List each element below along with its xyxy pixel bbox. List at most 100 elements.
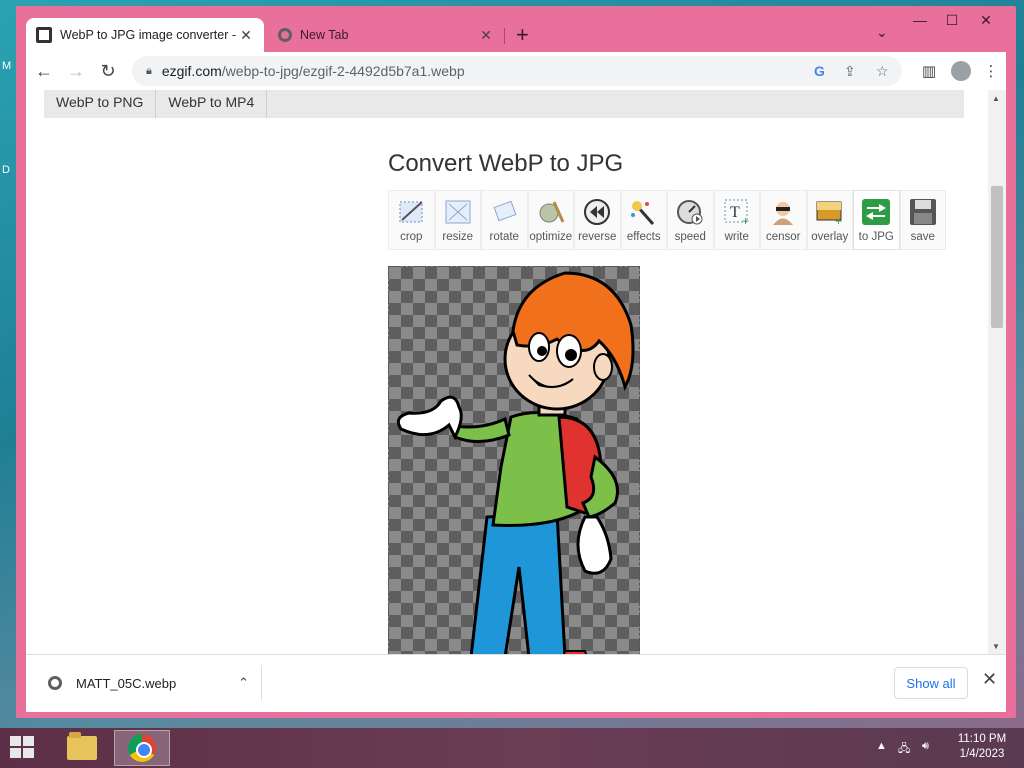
tool-label: write [724,231,749,243]
tool-optimize[interactable]: optimize [527,190,574,250]
close-download-bar-icon[interactable]: ✕ [982,669,997,690]
tab-title: WebP to JPG image converter - M [60,28,238,42]
chrome-taskbar-button[interactable] [114,730,170,766]
cartoon-boy-image [396,271,635,654]
tool-label: effects [626,231,661,243]
tool-effects[interactable]: effects [620,190,667,250]
windows-start-button[interactable] [10,736,36,760]
taskbar: ▲ 🖧︎ 🔊︎ 11:10 PM 1/4/2023 [0,728,1024,768]
overlay-icon: + [814,197,846,227]
menu-icon[interactable]: ⋮ [976,56,1006,86]
tool-crop[interactable]: crop [388,190,435,250]
address-bar[interactable]: 🔒︎ ezgif.com/webp-to-jpg/ezgif-2-4492d5b… [132,56,902,86]
ezgif-favicon-icon [36,27,52,43]
rotate-icon [488,197,520,227]
tool-write[interactable]: T + write [713,190,760,250]
desktop-label: M [2,60,12,72]
image-preview [388,266,640,654]
volume-icon[interactable]: 🔊︎ [922,740,929,753]
tool-label: rotate [489,231,519,243]
tool-bar: crop resize rotate optimize reverse effe… [388,190,946,250]
tool-label: optimize [529,231,573,243]
tool-label: save [910,231,935,243]
maximize-button[interactable]: ☐ [938,12,966,29]
floppy-disk-icon [907,197,939,227]
tab-strip: WebP to JPG image converter - M ✕ New Ta… [16,6,1016,52]
tab-divider [504,28,505,44]
chrome-favicon-icon [278,28,292,42]
chevron-up-icon[interactable]: ⌃ [238,675,249,691]
vertical-scrollbar[interactable]: ▲ ▼ [988,90,1006,654]
tool-speed[interactable]: speed [667,190,714,250]
reverse-icon [581,197,613,227]
share-icon[interactable]: ⇪ [844,63,856,80]
back-arrow-icon[interactable]: ← [28,55,60,87]
tab-webp-to-jpg[interactable]: WebP to JPG image converter - M ✕ [26,18,264,52]
tool-save[interactable]: save [899,190,946,250]
desktop-label: D [2,164,10,176]
optimize-icon [535,197,567,227]
minimize-button[interactable]: — [906,12,934,28]
tool-censor[interactable]: censor [760,190,807,250]
side-panel-icon[interactable]: ▥ [914,56,944,86]
folder-icon [67,732,97,760]
close-window-button[interactable]: ✕ [972,12,1000,29]
chrome-icon [128,734,156,762]
show-all-button[interactable]: Show all [894,667,968,699]
page-viewport: WebP to PNG WebP to MP4 Convert WebP to … [26,90,1006,654]
tool-label: overlay [811,231,849,243]
browser-toolbar: ← → ↻ 🔒︎ ezgif.com/webp-to-jpg/ezgif-2-4… [26,52,1006,90]
chrome-file-icon [48,676,62,690]
star-icon[interactable]: ☆ [876,63,889,80]
forward-arrow-icon[interactable]: → [60,55,92,87]
tab-search-chevron-icon[interactable]: ⌄ [876,24,888,41]
page-title: Convert WebP to JPG [388,150,624,177]
svg-text:+: + [742,214,749,226]
close-tab-icon[interactable]: ✕ [478,27,494,44]
subnav-webp-to-png[interactable]: WebP to PNG [44,90,157,118]
lock-icon[interactable]: 🔒︎ [146,65,152,78]
system-clock[interactable]: 11:10 PM 1/4/2023 [950,732,1014,762]
format-subnav: WebP to PNG WebP to MP4 [44,90,964,118]
browser-window: WebP to JPG image converter - M ✕ New Ta… [16,6,1016,718]
tool-label: to JPG [858,231,894,243]
close-tab-icon[interactable]: ✕ [238,27,254,44]
profile-icon[interactable] [946,56,976,86]
tool-reverse[interactable]: reverse [574,190,621,250]
tool-to-jpg[interactable]: to JPG [853,190,900,250]
subnav-webp-to-mp4[interactable]: WebP to MP4 [156,90,268,118]
new-tab-button[interactable]: + [516,22,529,48]
tool-overlay[interactable]: + overlay [806,190,853,250]
tool-rotate[interactable]: rotate [481,190,528,250]
show-hidden-icons-icon[interactable]: ▲ [876,740,887,752]
convert-arrows-icon [860,197,892,227]
tool-resize[interactable]: resize [434,190,481,250]
reload-icon[interactable]: ↻ [92,55,124,87]
effects-wand-icon [628,197,660,227]
file-explorer-button[interactable] [54,730,110,766]
address-domain: ezgif.com [161,63,222,79]
tab-new-tab[interactable]: New Tab ✕ [268,18,504,52]
address-path: /webp-to-jpg/ezgif-2-4492d5b7a1.webp [221,63,465,79]
clock-date: 1/4/2023 [959,748,1005,760]
censor-icon [767,197,799,227]
svg-text:+: + [835,214,842,226]
scroll-thumb[interactable] [991,186,1003,328]
network-icon[interactable]: 🖧︎ [898,740,910,759]
tool-label: censor [765,231,801,243]
clock-time: 11:10 PM [957,733,1007,745]
crop-icon [395,197,427,227]
resize-icon [442,197,474,227]
tool-label: crop [400,231,423,243]
scroll-down-icon[interactable]: ▼ [992,642,1000,651]
download-file-name: MATT_05C.webp [76,675,177,691]
scroll-up-icon[interactable]: ▲ [992,94,1000,103]
download-item[interactable]: MATT_05C.webp ⌃ [36,665,262,701]
google-icon[interactable]: G [814,63,825,79]
tool-label: speed [674,231,706,243]
tab-title: New Tab [300,28,349,42]
download-bar: MATT_05C.webp ⌃ Show all ✕ [26,654,1006,712]
speed-icon [674,197,706,227]
write-text-icon: T + [721,197,753,227]
tool-label: resize [442,231,474,243]
